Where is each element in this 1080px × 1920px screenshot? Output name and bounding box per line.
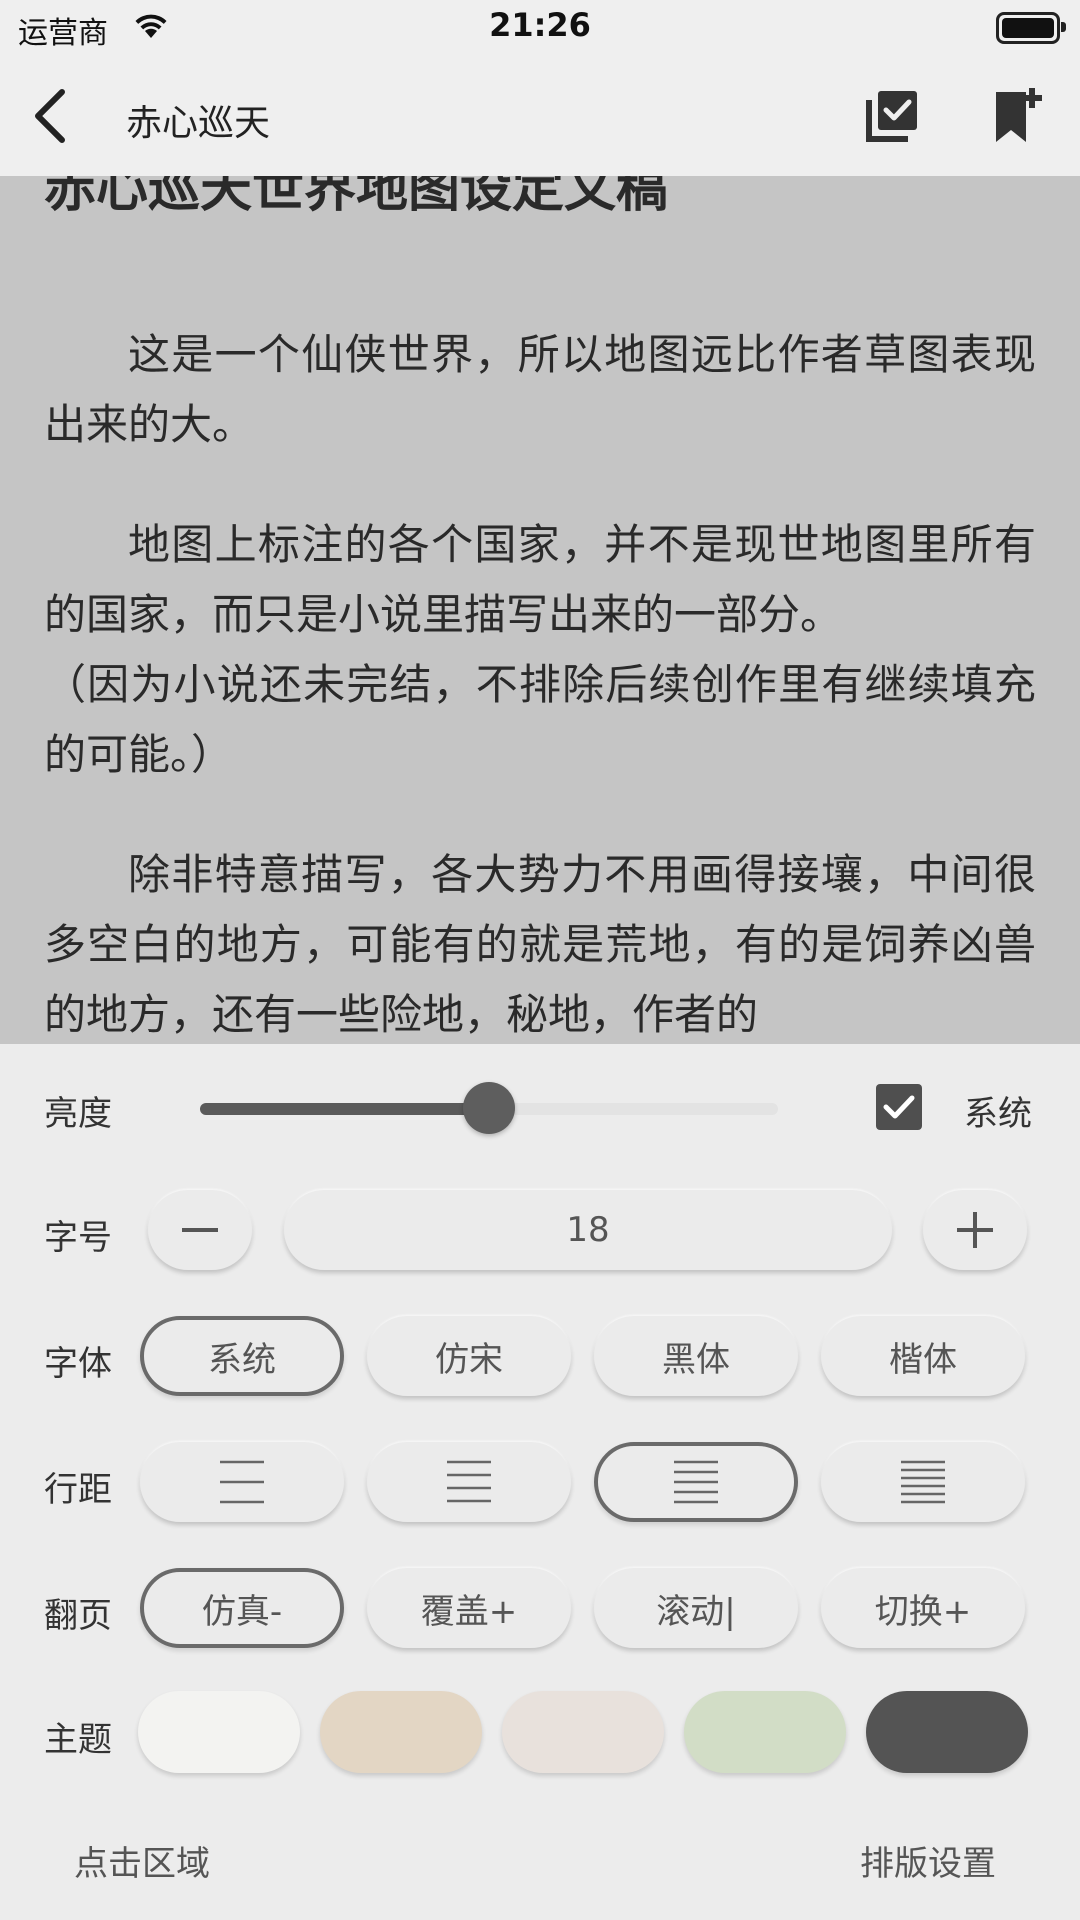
status-bar: 运营商 21:26 xyxy=(0,0,1080,56)
line-spacing-normal-icon xyxy=(674,1460,718,1504)
page-turn-switch[interactable]: 切换+ xyxy=(821,1568,1025,1648)
chapter-title: 赤心巡天世界地图设定文稿 xyxy=(44,176,669,219)
chapter-body: 这是一个仙侠世界，所以地图远比作者草图表现出来的大。 地图上标注的各个国家，并不… xyxy=(44,320,1036,1044)
brightness-slider-thumb[interactable] xyxy=(463,1082,515,1134)
page-turn-scroll[interactable]: 滚动| xyxy=(594,1568,798,1648)
line-spacing-option-4[interactable] xyxy=(821,1442,1025,1522)
bookmark-add-icon[interactable] xyxy=(994,86,1042,144)
system-brightness-checkbox[interactable] xyxy=(876,1084,922,1130)
decrease-font-button[interactable] xyxy=(148,1190,252,1270)
theme-label: 主题 xyxy=(44,1720,112,1760)
font-size-value: 18 xyxy=(284,1190,892,1270)
plus-icon xyxy=(957,1212,993,1248)
paragraph: 这是一个仙侠世界，所以地图远比作者草图表现出来的大。 xyxy=(44,330,1036,449)
line-spacing-medium-icon xyxy=(447,1460,491,1503)
battery-icon xyxy=(996,12,1066,44)
paragraph: 除非特意描写，各大势力不用画得接壤，中间很多空白的地方，可能有的就是荒地，有的是… xyxy=(44,850,1036,1039)
theme-light-gray[interactable] xyxy=(502,1691,664,1773)
font-family-label: 字体 xyxy=(44,1344,112,1384)
theme-green[interactable] xyxy=(684,1691,846,1773)
back-chevron-icon[interactable] xyxy=(28,86,76,146)
clock: 21:26 xyxy=(489,6,591,44)
font-option-kaiti[interactable]: 楷体 xyxy=(821,1316,1025,1396)
brightness-label: 亮度 xyxy=(44,1094,112,1134)
theme-beige[interactable] xyxy=(320,1691,482,1773)
line-spacing-option-2[interactable] xyxy=(367,1442,571,1522)
font-option-fangsong[interactable]: 仿宋 xyxy=(367,1316,571,1396)
book-title: 赤心巡天 xyxy=(126,103,271,144)
line-spacing-compact-icon xyxy=(901,1460,945,1504)
nav-bar: 赤心巡天 xyxy=(0,56,1080,176)
font-option-heiti[interactable]: 黑体 xyxy=(594,1316,798,1396)
line-spacing-wide-icon xyxy=(220,1460,264,1504)
checklist-icon[interactable] xyxy=(866,88,920,142)
page-turn-label: 翻页 xyxy=(44,1596,112,1636)
brightness-slider-fill xyxy=(200,1103,489,1115)
line-spacing-option-3[interactable] xyxy=(594,1442,798,1522)
font-size-label: 字号 xyxy=(44,1218,112,1258)
minus-icon xyxy=(182,1228,218,1232)
tap-area-link[interactable]: 点击区域 xyxy=(74,1836,210,1885)
check-icon xyxy=(883,1095,915,1119)
paragraph: （因为小说还未完结，不排除后续创作里有继续填充的可能。） xyxy=(44,660,1036,779)
line-spacing-label: 行距 xyxy=(44,1470,112,1510)
font-option-system[interactable]: 系统 xyxy=(140,1316,344,1396)
page-turn-cover[interactable]: 覆盖+ xyxy=(367,1568,571,1648)
increase-font-button[interactable] xyxy=(923,1190,1027,1270)
theme-dark[interactable] xyxy=(866,1691,1028,1773)
line-spacing-option-1[interactable] xyxy=(140,1442,344,1522)
system-brightness-label: 系统 xyxy=(964,1094,1032,1134)
paragraph: 地图上标注的各个国家，并不是现世地图里所有的国家，而只是小说里描写出来的一部分。 xyxy=(44,520,1036,639)
page-turn-simulation[interactable]: 仿真- xyxy=(140,1568,344,1648)
reading-area[interactable]: 赤心巡天世界地图设定文稿 这是一个仙侠世界，所以地图远比作者草图表现出来的大。 … xyxy=(0,176,1080,1044)
layout-settings-link[interactable]: 排版设置 xyxy=(860,1836,996,1885)
theme-white[interactable] xyxy=(138,1691,300,1773)
